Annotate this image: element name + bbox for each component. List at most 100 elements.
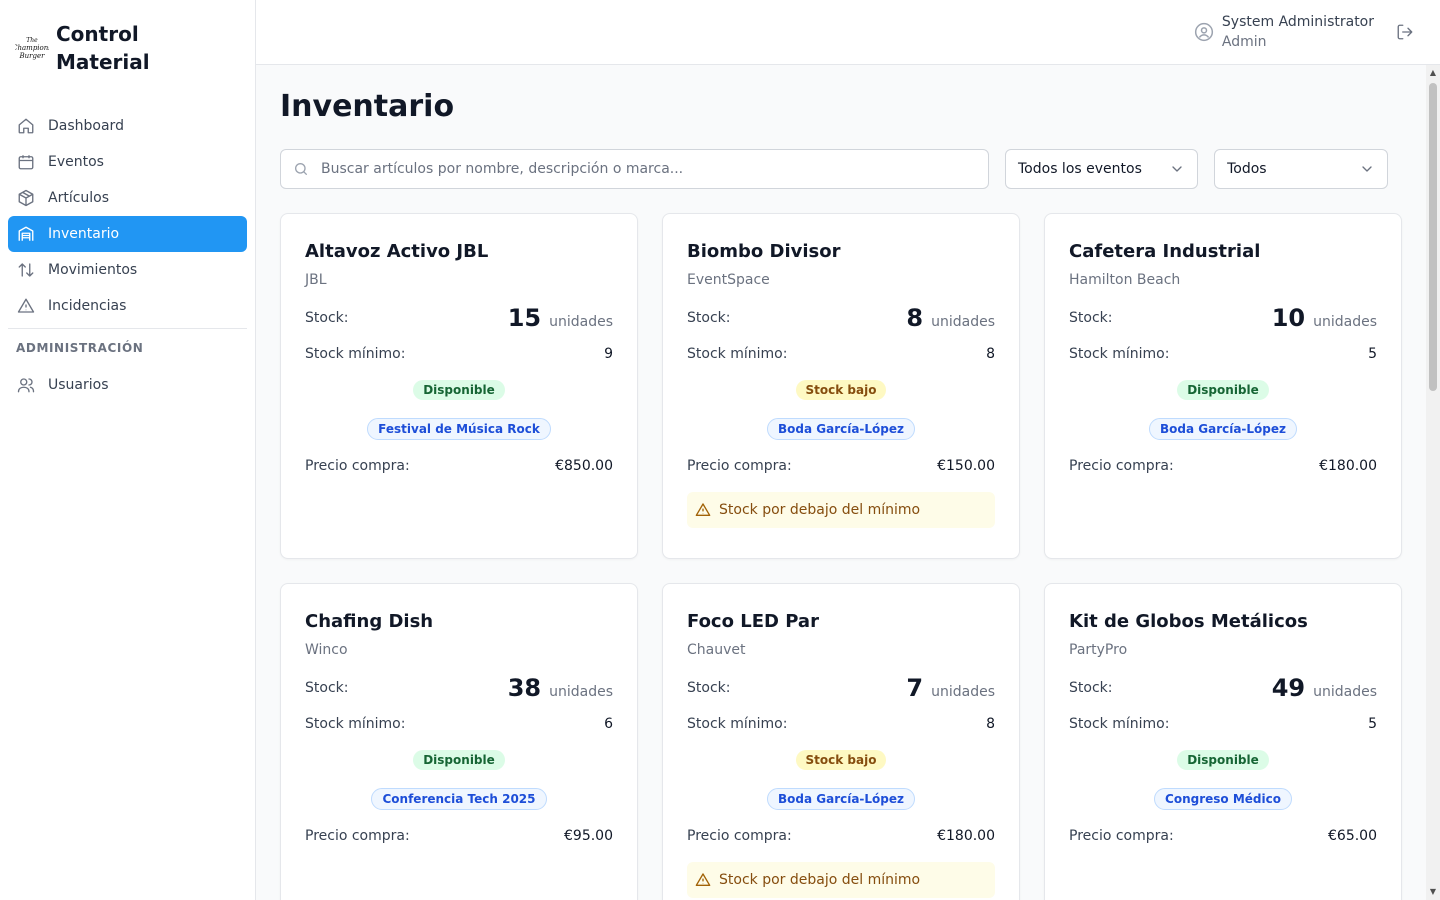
item-name: Chafing Dish — [305, 611, 434, 632]
stock-label: Stock: — [305, 310, 349, 326]
user-info: System Administrator Admin — [1222, 12, 1374, 52]
search-input[interactable] — [281, 150, 988, 188]
stock-value: 10 unidades — [1272, 304, 1377, 332]
min-stock-row: Stock mínimo: 5 — [1069, 714, 1377, 734]
stock-number: 8 — [906, 304, 924, 332]
status-badge-wrap: Disponible — [305, 380, 613, 400]
sidebar-item-label: Inventario — [48, 226, 120, 242]
stock-label: Stock: — [305, 680, 349, 696]
logout-icon[interactable] — [1396, 22, 1416, 42]
price-value: €150.00 — [937, 458, 995, 474]
stock-unit: unidades — [931, 684, 995, 700]
sidebar-item-eventos[interactable]: Eventos — [8, 144, 247, 180]
brand: The Champions Burger Control Material — [0, 0, 255, 96]
stock-value: 38 unidades — [508, 674, 613, 702]
sidebar-item-usuarios[interactable]: Usuarios — [8, 367, 247, 403]
page-title: Inventario — [280, 89, 455, 124]
stock-number: 10 — [1271, 304, 1306, 332]
alert-triangle-icon — [695, 502, 711, 518]
warning-text: Stock por debajo del mínimo — [719, 872, 921, 888]
package-icon — [16, 188, 36, 208]
sidebar-item-movimientos[interactable]: Movimientos — [8, 252, 247, 288]
stock-value: 49 unidades — [1272, 674, 1377, 702]
event-tag: Boda García-López — [766, 788, 916, 810]
sidebar-item-articulos[interactable]: Artículos — [8, 180, 247, 216]
price-label: Precio compra: — [1069, 828, 1174, 844]
item-brand: Chauvet — [687, 642, 746, 658]
status-badge: Disponible — [413, 380, 505, 400]
arrows-up-down-icon — [16, 260, 36, 280]
alert-triangle-icon — [16, 296, 36, 316]
sidebar-item-label: Usuarios — [48, 377, 109, 393]
stock-row: Stock: 49 unidades — [1069, 672, 1377, 704]
price-label: Precio compra: — [1069, 458, 1174, 474]
min-stock-label: Stock mínimo: — [305, 346, 406, 362]
home-icon — [16, 116, 36, 136]
stock-value: 7 unidades — [906, 674, 995, 702]
price-row: Precio compra: €850.00 — [305, 456, 613, 476]
status-badge: Stock bajo — [795, 750, 887, 770]
event-tag-wrap: Boda García-López — [1069, 418, 1377, 440]
item-brand: EventSpace — [687, 272, 770, 288]
filters-bar: Todos los eventos Todos — [280, 149, 1388, 189]
alert-triangle-icon — [695, 872, 711, 888]
stock-label: Stock: — [687, 310, 731, 326]
stock-row: Stock: 15 unidades — [305, 302, 613, 334]
min-stock-row: Stock mínimo: 9 — [305, 344, 613, 364]
price-label: Precio compra: — [305, 828, 410, 844]
scrollbar-thumb[interactable] — [1429, 83, 1437, 391]
price-value: €65.00 — [1328, 828, 1377, 844]
stock-label: Stock: — [1069, 680, 1113, 696]
stock-row: Stock: 8 unidades — [687, 302, 995, 334]
main-content: Inventario Todos los eventos Todos Altav… — [256, 65, 1426, 900]
price-label: Precio compra: — [687, 458, 792, 474]
status-filter-select[interactable]: Todos — [1214, 149, 1388, 189]
user-role: Admin — [1221, 34, 1267, 50]
app-title-line2: Material — [56, 50, 150, 74]
price-value: €180.00 — [937, 828, 995, 844]
price-row: Precio compra: €180.00 — [687, 826, 995, 846]
stock-unit: unidades — [931, 314, 995, 330]
inventory-card[interactable]: Foco LED Par Chauvet Stock: 7 unidades S… — [662, 583, 1020, 900]
status-filter-value: Todos — [1227, 161, 1267, 177]
stock-label: Stock: — [1069, 310, 1113, 326]
price-value: €180.00 — [1319, 458, 1377, 474]
price-value: €850.00 — [555, 458, 613, 474]
user-circle-icon — [1194, 22, 1214, 42]
event-tag: Boda García-López — [1148, 418, 1298, 440]
inventory-card[interactable]: Biombo Divisor EventSpace Stock: 8 unida… — [662, 213, 1020, 559]
item-name: Biombo Divisor — [687, 241, 841, 262]
inventory-card[interactable]: Kit de Globos Metálicos PartyPro Stock: … — [1044, 583, 1402, 900]
svg-text:Champions: Champions — [15, 44, 49, 52]
min-stock-label: Stock mínimo: — [687, 346, 788, 362]
sidebar-item-label: Dashboard — [48, 118, 124, 134]
min-stock-row: Stock mínimo: 5 — [1069, 344, 1377, 364]
status-badge: Disponible — [1177, 750, 1269, 770]
item-name: Kit de Globos Metálicos — [1069, 611, 1308, 632]
app-title: Control Material — [56, 20, 150, 76]
min-stock-row: Stock mínimo: 8 — [687, 714, 995, 734]
event-filter-select[interactable]: Todos los eventos — [1005, 149, 1199, 189]
min-stock-label: Stock mínimo: — [1069, 716, 1170, 732]
status-badge-wrap: Stock bajo — [687, 750, 995, 770]
status-badge: Disponible — [1177, 380, 1269, 400]
svg-text:The: The — [26, 37, 38, 44]
main-scrollbar[interactable]: ▲ ▼ — [1426, 65, 1440, 900]
stock-label: Stock: — [687, 680, 731, 696]
item-brand: Hamilton Beach — [1069, 272, 1181, 288]
inventory-card[interactable]: Chafing Dish Winco Stock: 38 unidades St… — [280, 583, 638, 900]
scroll-up-arrow-icon[interactable]: ▲ — [1429, 69, 1437, 77]
sidebar-item-incidencias[interactable]: Incidencias — [8, 288, 247, 324]
sidebar-item-inventario[interactable]: Inventario — [8, 216, 247, 252]
scroll-down-arrow-icon[interactable]: ▼ — [1429, 888, 1437, 896]
event-tag-wrap: Festival de Música Rock — [305, 418, 613, 440]
users-icon — [16, 375, 36, 395]
sidebar-item-label: Movimientos — [48, 262, 138, 278]
top-header: System Administrator Admin — [256, 0, 1440, 65]
warehouse-icon — [16, 224, 36, 244]
inventory-card[interactable]: Altavoz Activo JBL JBL Stock: 15 unidade… — [280, 213, 638, 559]
min-stock-value: 8 — [986, 346, 995, 362]
sidebar-item-dashboard[interactable]: Dashboard — [8, 108, 247, 144]
price-row: Precio compra: €65.00 — [1069, 826, 1377, 846]
inventory-card[interactable]: Cafetera Industrial Hamilton Beach Stock… — [1044, 213, 1402, 559]
